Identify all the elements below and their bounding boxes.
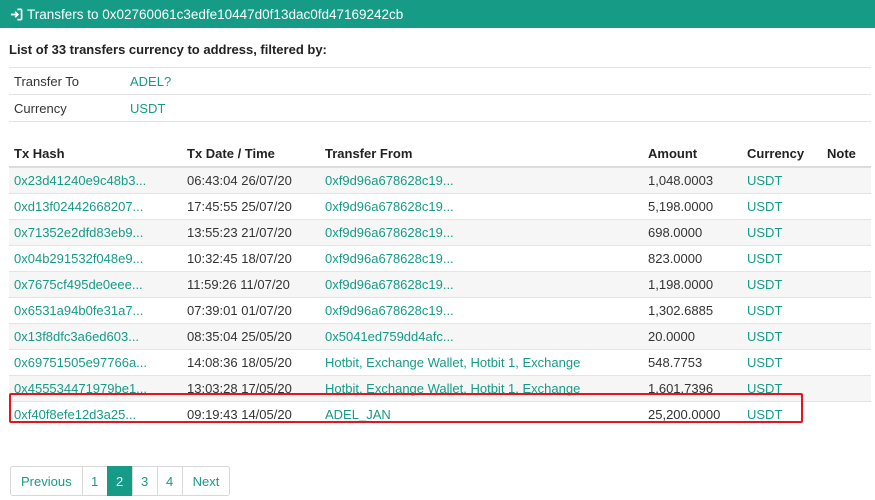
amount: 1,048.0003 bbox=[643, 166, 742, 194]
amount: 25,200.0000 bbox=[643, 401, 742, 427]
column-header-amount: Amount bbox=[643, 140, 742, 168]
note bbox=[822, 375, 871, 402]
main-content: List of 33 transfers currency to address… bbox=[0, 42, 875, 427]
tx-hash-link[interactable]: 0x04b291532f048e9... bbox=[14, 251, 143, 266]
currency-link[interactable]: USDT bbox=[747, 407, 782, 422]
transfer-from-link[interactable]: Hotbit, Exchange Wallet, Hotbit 1, Excha… bbox=[325, 381, 580, 396]
filter-label: Transfer To bbox=[9, 67, 125, 95]
amount: 5,198.0000 bbox=[643, 193, 742, 220]
sign-in-icon bbox=[10, 8, 23, 21]
tx-hash-link[interactable]: 0x455534471979be1... bbox=[14, 381, 147, 396]
tx-date: 10:32:45 18/07/20 bbox=[182, 245, 320, 272]
filter-currency-link[interactable]: USDT bbox=[130, 101, 165, 116]
tx-date: 06:43:04 26/07/20 bbox=[182, 166, 320, 194]
transfer-from-link[interactable]: ADEL_JAN bbox=[325, 407, 391, 422]
table-row: 0x71352e2dfd83eb9... 13:55:23 21/07/20 0… bbox=[9, 219, 871, 246]
table-row: 0x69751505e97766a... 14:08:36 18/05/20 H… bbox=[9, 349, 871, 376]
table-header-row: Tx Hash Tx Date / Time Transfer From Amo… bbox=[9, 140, 871, 168]
tx-hash-link[interactable]: 0x71352e2dfd83eb9... bbox=[14, 225, 143, 240]
note bbox=[822, 166, 871, 194]
currency-link[interactable]: USDT bbox=[747, 303, 782, 318]
amount: 1,198.0000 bbox=[643, 271, 742, 298]
column-header-tx-hash: Tx Hash bbox=[9, 140, 182, 168]
transfer-from-link[interactable]: 0xf9d96a678628c19... bbox=[325, 277, 454, 292]
tx-date: 13:55:23 21/07/20 bbox=[182, 219, 320, 246]
currency-link[interactable]: USDT bbox=[747, 329, 782, 344]
currency-link[interactable]: USDT bbox=[747, 277, 782, 292]
transfer-from-link[interactable]: 0xf9d96a678628c19... bbox=[325, 173, 454, 188]
tx-date: 09:19:43 14/05/20 bbox=[182, 401, 320, 427]
transfer-from-link[interactable]: 0xf9d96a678628c19... bbox=[325, 225, 454, 240]
transfer-from-link[interactable]: 0xf9d96a678628c19... bbox=[325, 251, 454, 266]
note bbox=[822, 219, 871, 246]
note bbox=[822, 401, 871, 427]
note bbox=[822, 349, 871, 376]
currency-link[interactable]: USDT bbox=[747, 199, 782, 214]
column-header-note: Note bbox=[822, 140, 871, 168]
tx-hash-link[interactable]: 0x7675cf495de0eee... bbox=[14, 277, 143, 292]
filter-row: Currency USDT bbox=[9, 94, 871, 122]
note bbox=[822, 297, 871, 324]
filter-label: Currency bbox=[9, 94, 125, 122]
note bbox=[822, 193, 871, 220]
table-row: 0x04b291532f048e9... 10:32:45 18/07/20 0… bbox=[9, 245, 871, 272]
note bbox=[822, 323, 871, 350]
list-description: List of 33 transfers currency to address… bbox=[9, 42, 327, 57]
column-header-transfer-from: Transfer From bbox=[320, 140, 643, 168]
tx-hash-link[interactable]: 0xf40f8efe12d3a25... bbox=[14, 407, 136, 422]
pagination-page-3[interactable]: 3 bbox=[131, 466, 158, 496]
filter-table: Transfer To ADEL? Currency USDT bbox=[9, 67, 871, 122]
transfers-table: Tx Hash Tx Date / Time Transfer From Amo… bbox=[9, 140, 871, 427]
tx-hash-link[interactable]: 0x13f8dfc3a6ed603... bbox=[14, 329, 139, 344]
currency-link[interactable]: USDT bbox=[747, 251, 782, 266]
table-row-highlighted: 0xf40f8efe12d3a25... 09:19:43 14/05/20 A… bbox=[9, 401, 871, 427]
tx-date: 11:59:26 11/07/20 bbox=[182, 271, 320, 298]
currency-link[interactable]: USDT bbox=[747, 225, 782, 240]
transfer-from-link[interactable]: 0xf9d96a678628c19... bbox=[325, 303, 454, 318]
pagination-page-1[interactable]: 1 bbox=[81, 466, 108, 496]
pagination-page-4[interactable]: 4 bbox=[156, 466, 183, 496]
transfer-from-link[interactable]: 0xf9d96a678628c19... bbox=[325, 199, 454, 214]
transfer-from-link[interactable]: 0x5041ed759dd4afc... bbox=[325, 329, 454, 344]
column-header-tx-date: Tx Date / Time bbox=[182, 140, 320, 168]
table-row: 0x6531a94b0fe31a7... 07:39:01 01/07/20 0… bbox=[9, 297, 871, 324]
note bbox=[822, 271, 871, 298]
tx-date: 13:03:28 17/05/20 bbox=[182, 375, 320, 402]
tx-date: 07:39:01 01/07/20 bbox=[182, 297, 320, 324]
currency-link[interactable]: USDT bbox=[747, 355, 782, 370]
table-row: 0x13f8dfc3a6ed603... 08:35:04 25/05/20 0… bbox=[9, 323, 871, 350]
amount: 1,302.6885 bbox=[643, 297, 742, 324]
pagination-page-2-active[interactable]: 2 bbox=[106, 466, 133, 496]
transfer-from-link[interactable]: Hotbit, Exchange Wallet, Hotbit 1, Excha… bbox=[325, 355, 580, 370]
amount: 20.0000 bbox=[643, 323, 742, 350]
tx-hash-link[interactable]: 0x6531a94b0fe31a7... bbox=[14, 303, 143, 318]
pagination: Previous 1 2 3 4 Next bbox=[10, 466, 231, 496]
amount: 823.0000 bbox=[643, 245, 742, 272]
tx-hash-link[interactable]: 0x69751505e97766a... bbox=[14, 355, 147, 370]
table-row: 0x455534471979be1... 13:03:28 17/05/20 H… bbox=[9, 375, 871, 402]
note bbox=[822, 245, 871, 272]
tx-hash-link[interactable]: 0x23d41240e9c48b3... bbox=[14, 173, 146, 188]
tx-date: 17:45:55 25/07/20 bbox=[182, 193, 320, 220]
tx-date: 08:35:04 25/05/20 bbox=[182, 323, 320, 350]
filter-row: Transfer To ADEL? bbox=[9, 67, 871, 95]
amount: 698.0000 bbox=[643, 219, 742, 246]
pagination-next-button[interactable]: Next bbox=[181, 466, 231, 496]
table-row: 0xd13f02442668207... 17:45:55 25/07/20 0… bbox=[9, 193, 871, 220]
page-title: Transfers to 0x02760061c3edfe10447d0f13d… bbox=[27, 6, 404, 22]
amount: 548.7753 bbox=[643, 349, 742, 376]
page-header: Transfers to 0x02760061c3edfe10447d0f13d… bbox=[0, 0, 875, 28]
table-row: 0x7675cf495de0eee... 11:59:26 11/07/20 0… bbox=[9, 271, 871, 298]
column-header-currency: Currency bbox=[742, 140, 822, 168]
tx-hash-link[interactable]: 0xd13f02442668207... bbox=[14, 199, 143, 214]
currency-link[interactable]: USDT bbox=[747, 381, 782, 396]
currency-link[interactable]: USDT bbox=[747, 173, 782, 188]
tx-date: 14:08:36 18/05/20 bbox=[182, 349, 320, 376]
pagination-previous-button[interactable]: Previous bbox=[10, 466, 83, 496]
table-row: 0x23d41240e9c48b3... 06:43:04 26/07/20 0… bbox=[9, 166, 871, 194]
filter-transfer-to-link[interactable]: ADEL? bbox=[130, 74, 171, 89]
amount: 1,601.7396 bbox=[643, 375, 742, 402]
